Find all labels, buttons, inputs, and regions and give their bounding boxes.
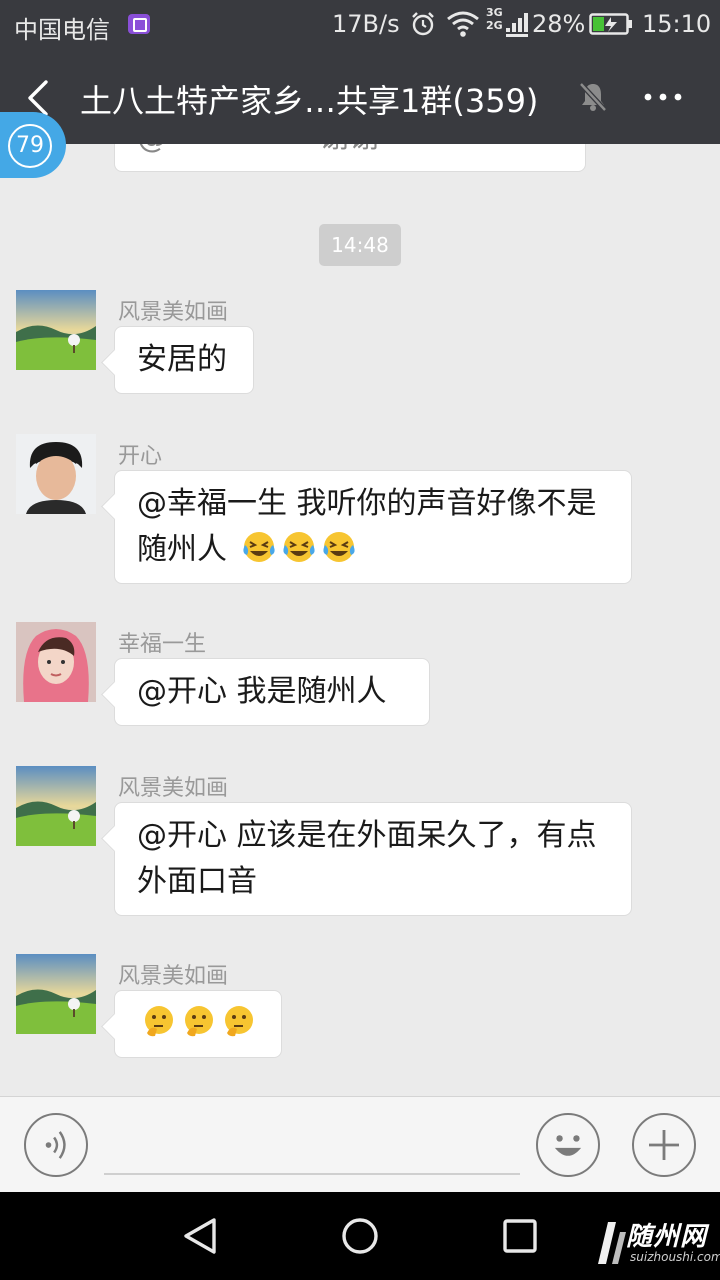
input-bar bbox=[0, 1096, 720, 1192]
carrier-label: 中国电信 bbox=[14, 16, 110, 44]
avatar[interactable] bbox=[16, 766, 96, 846]
avatar[interactable] bbox=[16, 290, 96, 370]
home-circle-icon[interactable] bbox=[336, 1212, 384, 1260]
alarm-icon bbox=[412, 12, 434, 36]
status-time: 15:10 bbox=[642, 10, 712, 38]
unread-count-badge[interactable]: 79 bbox=[0, 112, 66, 178]
chat-message-list[interactable]: @··············· 谢谢 14:48 风景美如画 安居的 开心 @… bbox=[0, 144, 720, 1096]
timestamp-chip: 14:48 bbox=[319, 224, 401, 266]
message-bubble[interactable]: @开心 我是随州人 bbox=[114, 658, 430, 726]
message-bubble[interactable]: 安居的 bbox=[114, 326, 254, 394]
site-watermark: 随州网 suizhoushi.com bbox=[590, 1212, 720, 1274]
watermark-url: suizhoushi.com bbox=[630, 1250, 720, 1264]
emoji-icon[interactable] bbox=[536, 1113, 600, 1177]
sender-name: 风景美如画 bbox=[118, 776, 229, 801]
battery-icon bbox=[589, 13, 632, 35]
message-text: 安居的 bbox=[137, 342, 227, 377]
message-input-field[interactable] bbox=[104, 1123, 520, 1171]
message-input[interactable] bbox=[104, 1123, 520, 1175]
signal-icon bbox=[506, 13, 528, 37]
status-bar: 中国电信 17B/s 3G 2G 28% 15:10 bbox=[0, 0, 720, 50]
avatar[interactable] bbox=[16, 954, 96, 1034]
watermark-logo-icon bbox=[598, 1222, 626, 1264]
sender-name: 幸福一生 bbox=[118, 632, 207, 657]
back-triangle-icon[interactable] bbox=[176, 1212, 224, 1260]
sender-name: 风景美如画 bbox=[118, 964, 229, 989]
crying-laughing-emoji-icon bbox=[322, 532, 355, 562]
avatar[interactable] bbox=[16, 622, 96, 702]
sim-app-icon bbox=[128, 14, 150, 34]
chat-header: 土八土特产家乡…共享1群(359) bbox=[0, 50, 720, 144]
battery-percent: 28% bbox=[532, 10, 586, 38]
mute-bell-icon bbox=[579, 82, 607, 112]
net-speed: 17B/s bbox=[332, 10, 400, 38]
sender-name: 开心 bbox=[118, 444, 163, 469]
network-type-label: 3G 2G bbox=[486, 6, 503, 32]
recents-square-icon[interactable] bbox=[496, 1212, 544, 1260]
sender-name: 风景美如画 bbox=[118, 300, 229, 325]
unread-count: 79 bbox=[8, 124, 52, 168]
message-text: @幸福一生 我听你的声音好像不是随州人 bbox=[137, 486, 597, 567]
plus-icon[interactable] bbox=[632, 1113, 696, 1177]
message-bubble[interactable]: @开心 应该是在外面呆久了，有点外面口音 bbox=[114, 802, 632, 916]
message-text: @开心 应该是在外面呆久了，有点外面口音 bbox=[137, 818, 597, 899]
group-title: 土八土特产家乡…共享1群(359) bbox=[80, 82, 539, 120]
voice-icon[interactable] bbox=[24, 1113, 88, 1177]
message-bubble[interactable] bbox=[114, 990, 282, 1058]
partial-message-bubble: @··············· 谢谢 bbox=[114, 144, 586, 172]
thinking-face-emoji-icon bbox=[145, 1006, 173, 1037]
thinking-face-emoji-icon bbox=[225, 1006, 253, 1037]
crying-laughing-emoji-icon bbox=[242, 532, 275, 562]
crying-laughing-emoji-icon bbox=[282, 532, 315, 562]
wifi-icon bbox=[447, 11, 479, 37]
more-options-icon[interactable] bbox=[640, 80, 686, 114]
message-bubble[interactable]: @幸福一生 我听你的声音好像不是随州人 bbox=[114, 470, 632, 584]
watermark-title: 随州网 bbox=[626, 1222, 708, 1252]
thinking-face-emoji-icon bbox=[185, 1006, 213, 1037]
avatar[interactable] bbox=[16, 434, 96, 514]
message-text: @开心 我是随州人 bbox=[137, 674, 387, 709]
